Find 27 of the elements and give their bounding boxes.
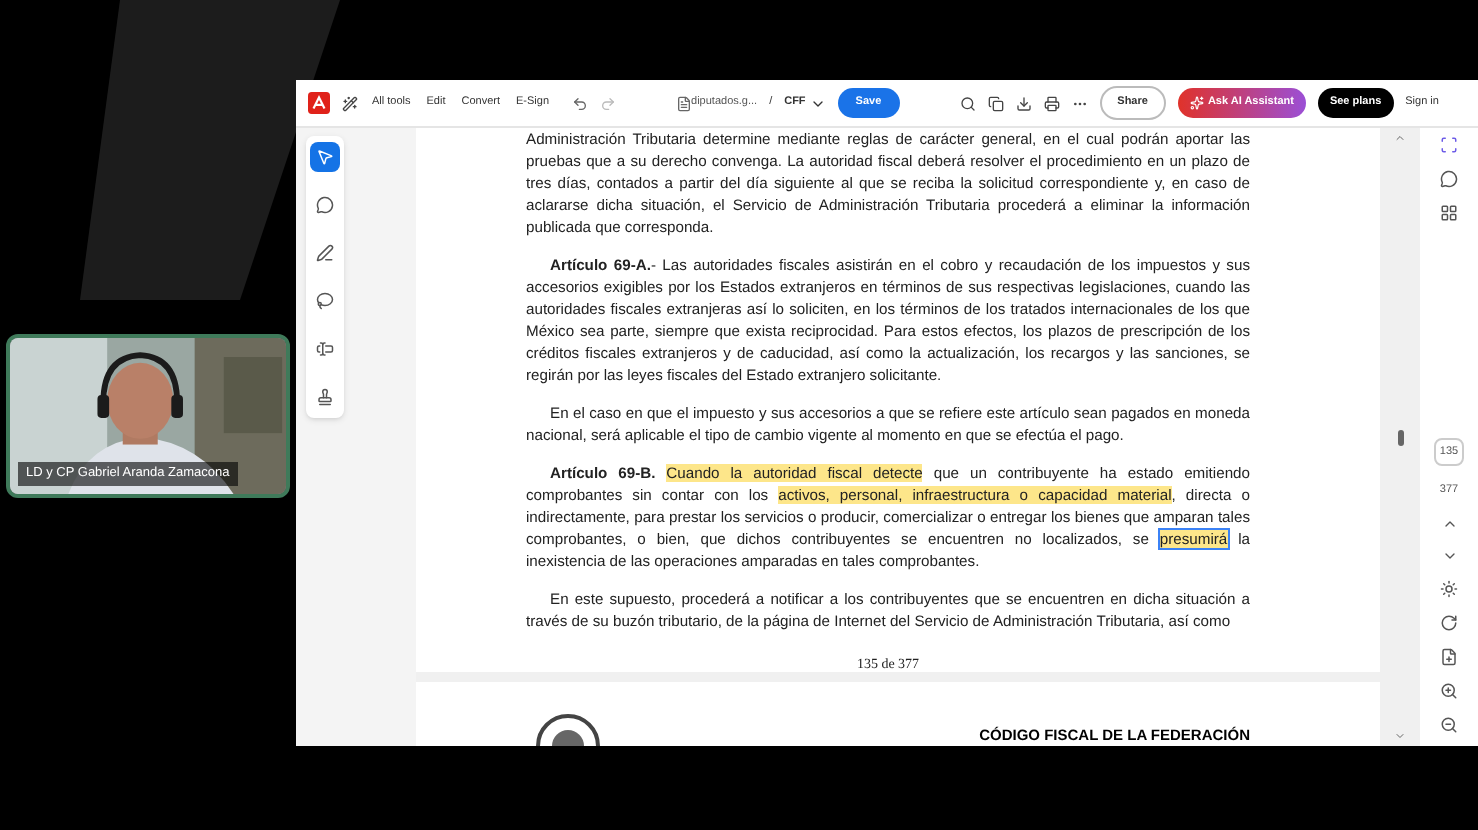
zoom-out-icon[interactable] <box>1440 715 1458 733</box>
sparkle-icon <box>1189 96 1204 110</box>
file-icon[interactable] <box>1440 647 1458 665</box>
scrollbar[interactable] <box>1380 128 1420 746</box>
cursor-icon <box>316 148 334 166</box>
file-icon <box>675 95 692 111</box>
zoom-in-icon[interactable] <box>1440 681 1458 699</box>
stamp-icon <box>316 388 334 406</box>
brightness-icon[interactable] <box>1440 579 1458 597</box>
seal-icon <box>536 714 600 746</box>
rotate-icon[interactable] <box>1440 613 1458 631</box>
comment-icon <box>316 196 334 214</box>
tool-button[interactable] <box>310 142 340 172</box>
grid-icon[interactable] <box>1440 204 1458 222</box>
pages-icon[interactable] <box>987 95 1004 111</box>
text-box-icon <box>316 340 334 358</box>
print-icon[interactable] <box>1043 95 1060 111</box>
comment-icon[interactable] <box>1440 170 1458 188</box>
magic-wand-icon[interactable] <box>342 95 358 111</box>
search-icon[interactable] <box>959 95 976 111</box>
lasso-icon <box>316 292 334 310</box>
app-logo-icon[interactable] <box>308 92 330 114</box>
undo-icon[interactable] <box>571 95 588 111</box>
scroll-thumb[interactable] <box>1397 429 1403 445</box>
pen-icon <box>316 244 334 262</box>
download-icon[interactable] <box>1015 95 1032 111</box>
ai-scan-icon[interactable] <box>1440 136 1458 154</box>
